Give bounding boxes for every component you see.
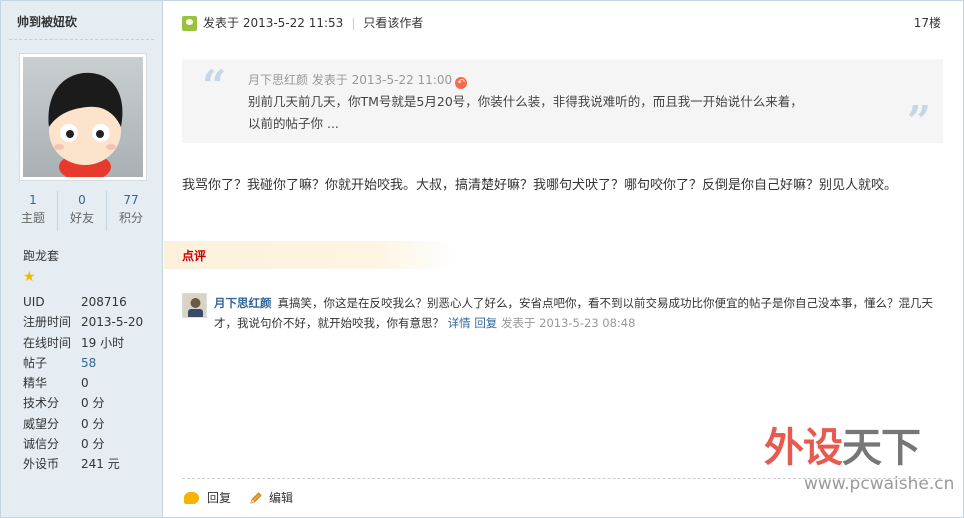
post-time: 发表于 2013-5-22 11:53 bbox=[203, 16, 344, 30]
pencil-icon bbox=[250, 492, 262, 504]
post-actions: 回复 编辑 bbox=[184, 487, 311, 509]
commenter-avatar[interactable] bbox=[182, 293, 207, 318]
watermark-logo: 外设天下 bbox=[764, 424, 921, 472]
reply-bubble-icon bbox=[184, 492, 199, 504]
quote-author-time: 月下思红颜 发表于 2013-5-22 11:00 bbox=[248, 73, 453, 87]
edit-label: 编辑 bbox=[269, 491, 294, 505]
comment-section-title: 点评 bbox=[182, 249, 207, 263]
post-content: 我骂你了？我碰你了嘛？你就开始咬我。大叔，搞清楚好嘛？我哪句犬吠了？哪句咬你了？… bbox=[182, 178, 898, 193]
star-icon: ★ bbox=[23, 269, 36, 285]
comment-section-header: 点评 bbox=[164, 241, 459, 269]
stat-threads[interactable]: 1 主题 bbox=[9, 191, 58, 231]
info-value: 2013-5-20 bbox=[81, 315, 144, 330]
quote-line: 别前几天前几天，你TM号就是5月20号，你装什么装，非得我说难听的，而且我一开始… bbox=[248, 94, 803, 109]
edit-button[interactable]: 编辑 bbox=[249, 487, 293, 509]
info-key: 威望分 bbox=[23, 416, 60, 431]
reply-button[interactable]: 回复 bbox=[184, 487, 231, 509]
info-key: 技术分 bbox=[23, 396, 60, 411]
info-row-prestige: 威望分 0 分 bbox=[23, 414, 143, 434]
info-key: 外设币 bbox=[23, 457, 60, 472]
author-name[interactable]: 帅到被妞砍 bbox=[17, 13, 77, 30]
comment-reply-link[interactable]: 回复 bbox=[474, 316, 497, 330]
info-key: 诚信分 bbox=[23, 437, 60, 452]
divider: | bbox=[351, 16, 356, 30]
info-value: 241 元 bbox=[81, 457, 120, 472]
info-row-online: 在线时间 19 小时 bbox=[23, 333, 143, 353]
info-value: 0 分 bbox=[81, 437, 105, 452]
floor-number[interactable]: 17楼 bbox=[914, 13, 941, 33]
quote-block: “ 月下思红颜 发表于 2013-5-22 11:00 ↶ 别前几天前几天，你TM… bbox=[182, 59, 943, 146]
info-row-tech: 技术分 0 分 bbox=[23, 393, 143, 413]
commenter-name[interactable]: 月下思红颜 bbox=[214, 296, 272, 310]
user-group[interactable]: 跑龙套 bbox=[23, 247, 59, 264]
info-value: 0 bbox=[81, 376, 89, 391]
info-value: 208716 bbox=[81, 295, 127, 309]
stat-value: 1 bbox=[29, 193, 37, 207]
quote-line: 以前的帖子你 ... bbox=[248, 116, 339, 131]
comment-text: 月下思红颜 真搞笑，你这是在反咬我么？别恶心人了好么，安省点吧你，看不到以前交易成… bbox=[214, 293, 942, 333]
info-key: 在线时间 bbox=[23, 335, 72, 350]
info-key: 帖子 bbox=[23, 355, 48, 370]
cartoon-avatar-icon bbox=[23, 57, 143, 177]
reply-label: 回复 bbox=[207, 491, 232, 505]
info-row-register: 注册时间 2013-5-20 bbox=[23, 312, 143, 332]
watermark-text: 外设 bbox=[764, 425, 843, 471]
info-row-posts: 帖子 58 bbox=[23, 353, 143, 373]
stat-label: 主题 bbox=[20, 211, 45, 225]
watermark-text: 天下 bbox=[842, 425, 921, 471]
stat-value: 77 bbox=[123, 193, 139, 207]
info-row-coins: 外设币 241 元 bbox=[23, 454, 143, 474]
avatar[interactable] bbox=[19, 53, 147, 181]
divider bbox=[9, 39, 154, 40]
open-quote-icon: “ bbox=[202, 61, 227, 110]
info-value: 0 分 bbox=[81, 396, 105, 411]
stat-friends[interactable]: 0 好友 bbox=[58, 191, 107, 231]
post-header: 发表于 2013-5-22 11:53 | 只看该作者 17楼 bbox=[182, 13, 941, 33]
quote-header: 月下思红颜 发表于 2013-5-22 11:00 ↶ bbox=[248, 71, 468, 89]
info-value: 19 小时 bbox=[81, 335, 125, 350]
close-quote-icon: ” bbox=[906, 97, 931, 146]
online-status-icon bbox=[182, 15, 197, 31]
author-sidebar: 帅到被妞砍 1 主题 0 好友 77 积分 跑龙套 ★ UID 208716 注… bbox=[1, 1, 163, 517]
stat-value: 0 bbox=[78, 193, 86, 207]
info-key: 注册时间 bbox=[23, 315, 72, 330]
watermark: 外设天下 www.pcwaishe.cn bbox=[764, 424, 954, 504]
quote-body: 别前几天前几天，你TM号就是5月20号，你装什么装，非得我说难听的，而且我一开始… bbox=[248, 91, 888, 135]
stat-label: 好友 bbox=[69, 211, 94, 225]
posts-link[interactable]: 58 bbox=[81, 353, 96, 373]
person-avatar-icon bbox=[183, 294, 206, 317]
watermark-url: www.pcwaishe.cn bbox=[804, 474, 955, 494]
user-info-list: UID 208716 注册时间 2013-5-20 在线时间 19 小时 帖子 58 精… bbox=[23, 292, 143, 475]
info-row-credit: 诚信分 0 分 bbox=[23, 434, 143, 454]
info-row-uid: UID 208716 bbox=[23, 292, 143, 312]
go-back-icon[interactable]: ↶ bbox=[455, 77, 468, 89]
comment-time: 发表于 2013-5-23 08:48 bbox=[500, 316, 636, 330]
info-key: 精华 bbox=[23, 376, 48, 391]
info-value: 0 分 bbox=[81, 416, 105, 431]
only-author-link[interactable]: 只看该作者 bbox=[363, 13, 423, 33]
user-stats: 1 主题 0 好友 77 积分 bbox=[9, 191, 155, 231]
info-row-digest: 精华 0 bbox=[23, 373, 143, 393]
comment-detail-link[interactable]: 详情 bbox=[448, 316, 471, 330]
stat-points[interactable]: 77 积分 bbox=[107, 191, 155, 231]
stat-label: 积分 bbox=[118, 211, 143, 225]
info-key: UID bbox=[23, 295, 45, 309]
